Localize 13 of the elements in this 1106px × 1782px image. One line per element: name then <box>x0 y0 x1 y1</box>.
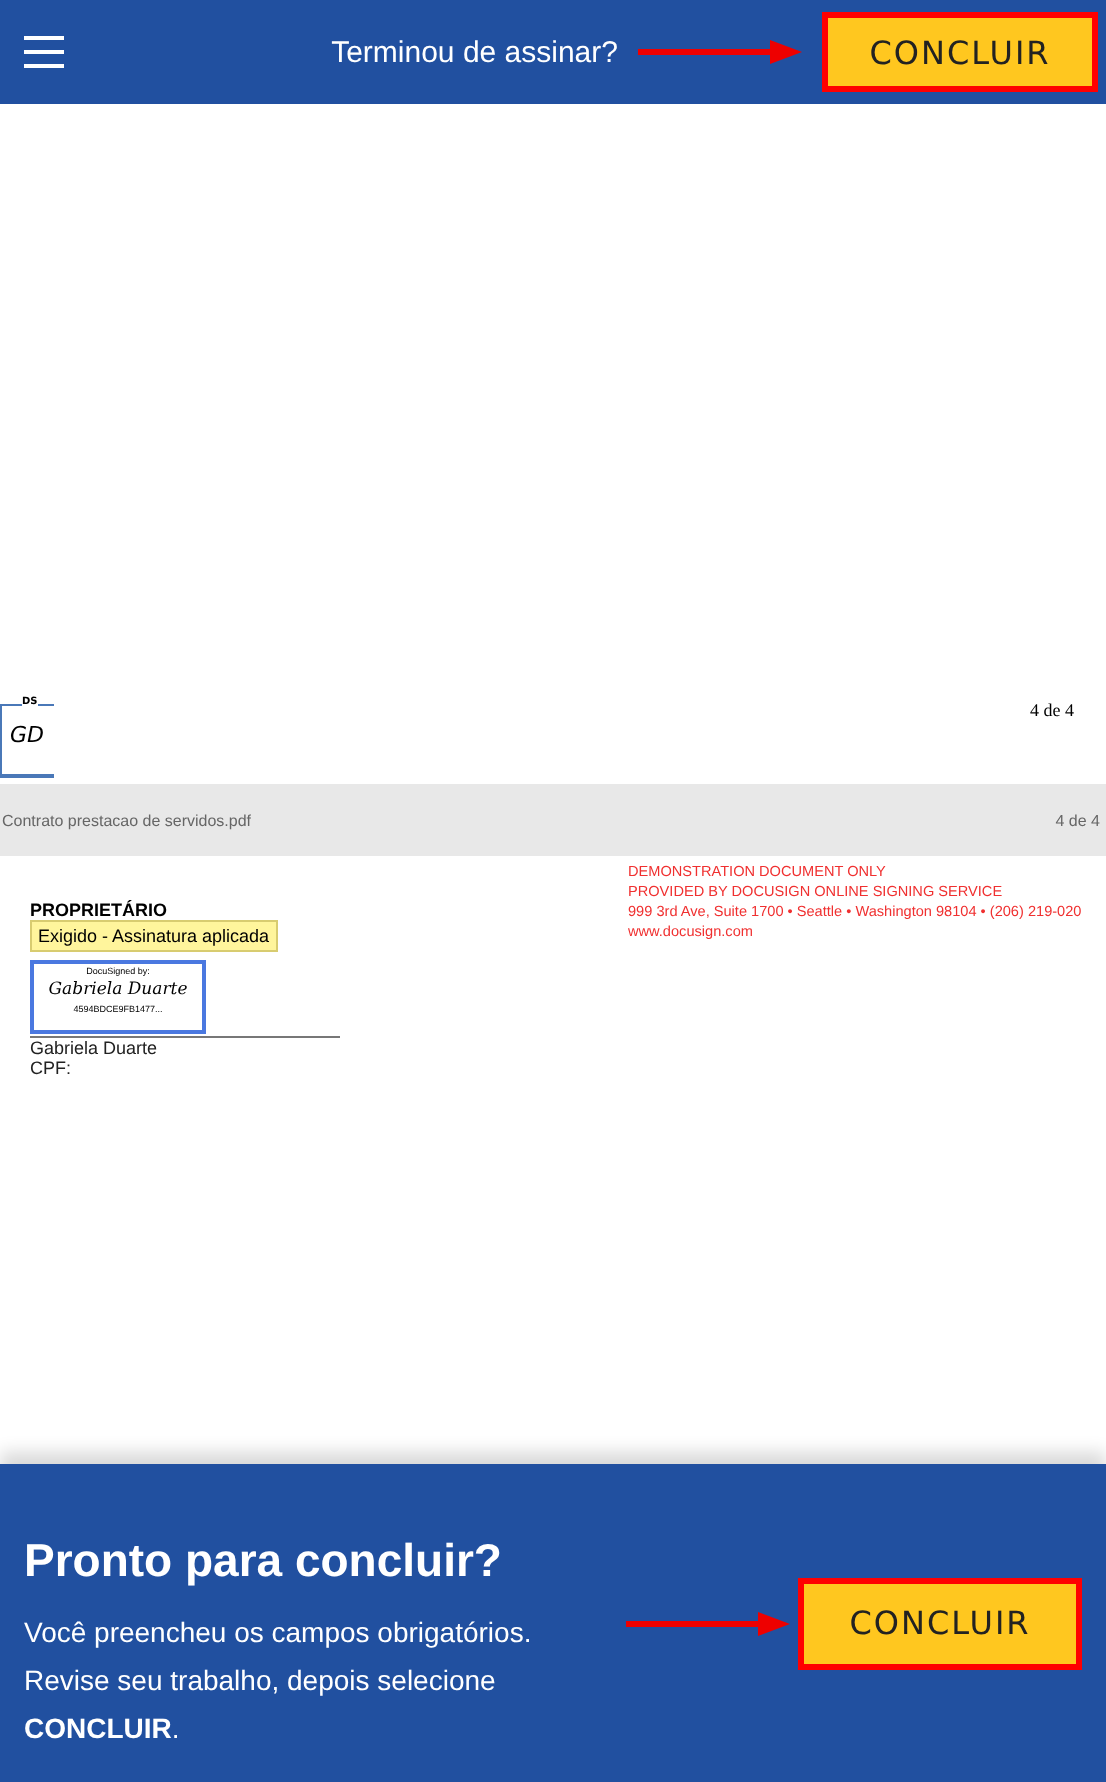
finish-button[interactable]: CONCLUIR <box>798 1577 1082 1669</box>
finish-button[interactable]: CONCLUIR <box>822 12 1098 92</box>
menu-icon[interactable] <box>24 36 64 68</box>
panel-title: Pronto para concluir? <box>24 1534 504 1588</box>
role-label: PROPRIETÁRIO <box>30 900 168 920</box>
header-title: Terminou de assinar? <box>331 35 618 69</box>
page-number: 4 de 4 <box>1055 811 1100 829</box>
cpf-label: CPF: <box>30 1058 72 1078</box>
tooltip: Exigido - Assinatura aplicada <box>30 920 278 952</box>
panel-message: Você preencheu os campos obrigatórios. Revise seu trabalho, depois selecione CONCLUIR. <box>24 1614 534 1748</box>
signer-name: Gabriela Duarte <box>30 1038 158 1058</box>
file-name: Contrato prestacao de servidos.pdf <box>2 811 252 829</box>
page-number: 4 de 4 <box>1030 700 1074 724</box>
